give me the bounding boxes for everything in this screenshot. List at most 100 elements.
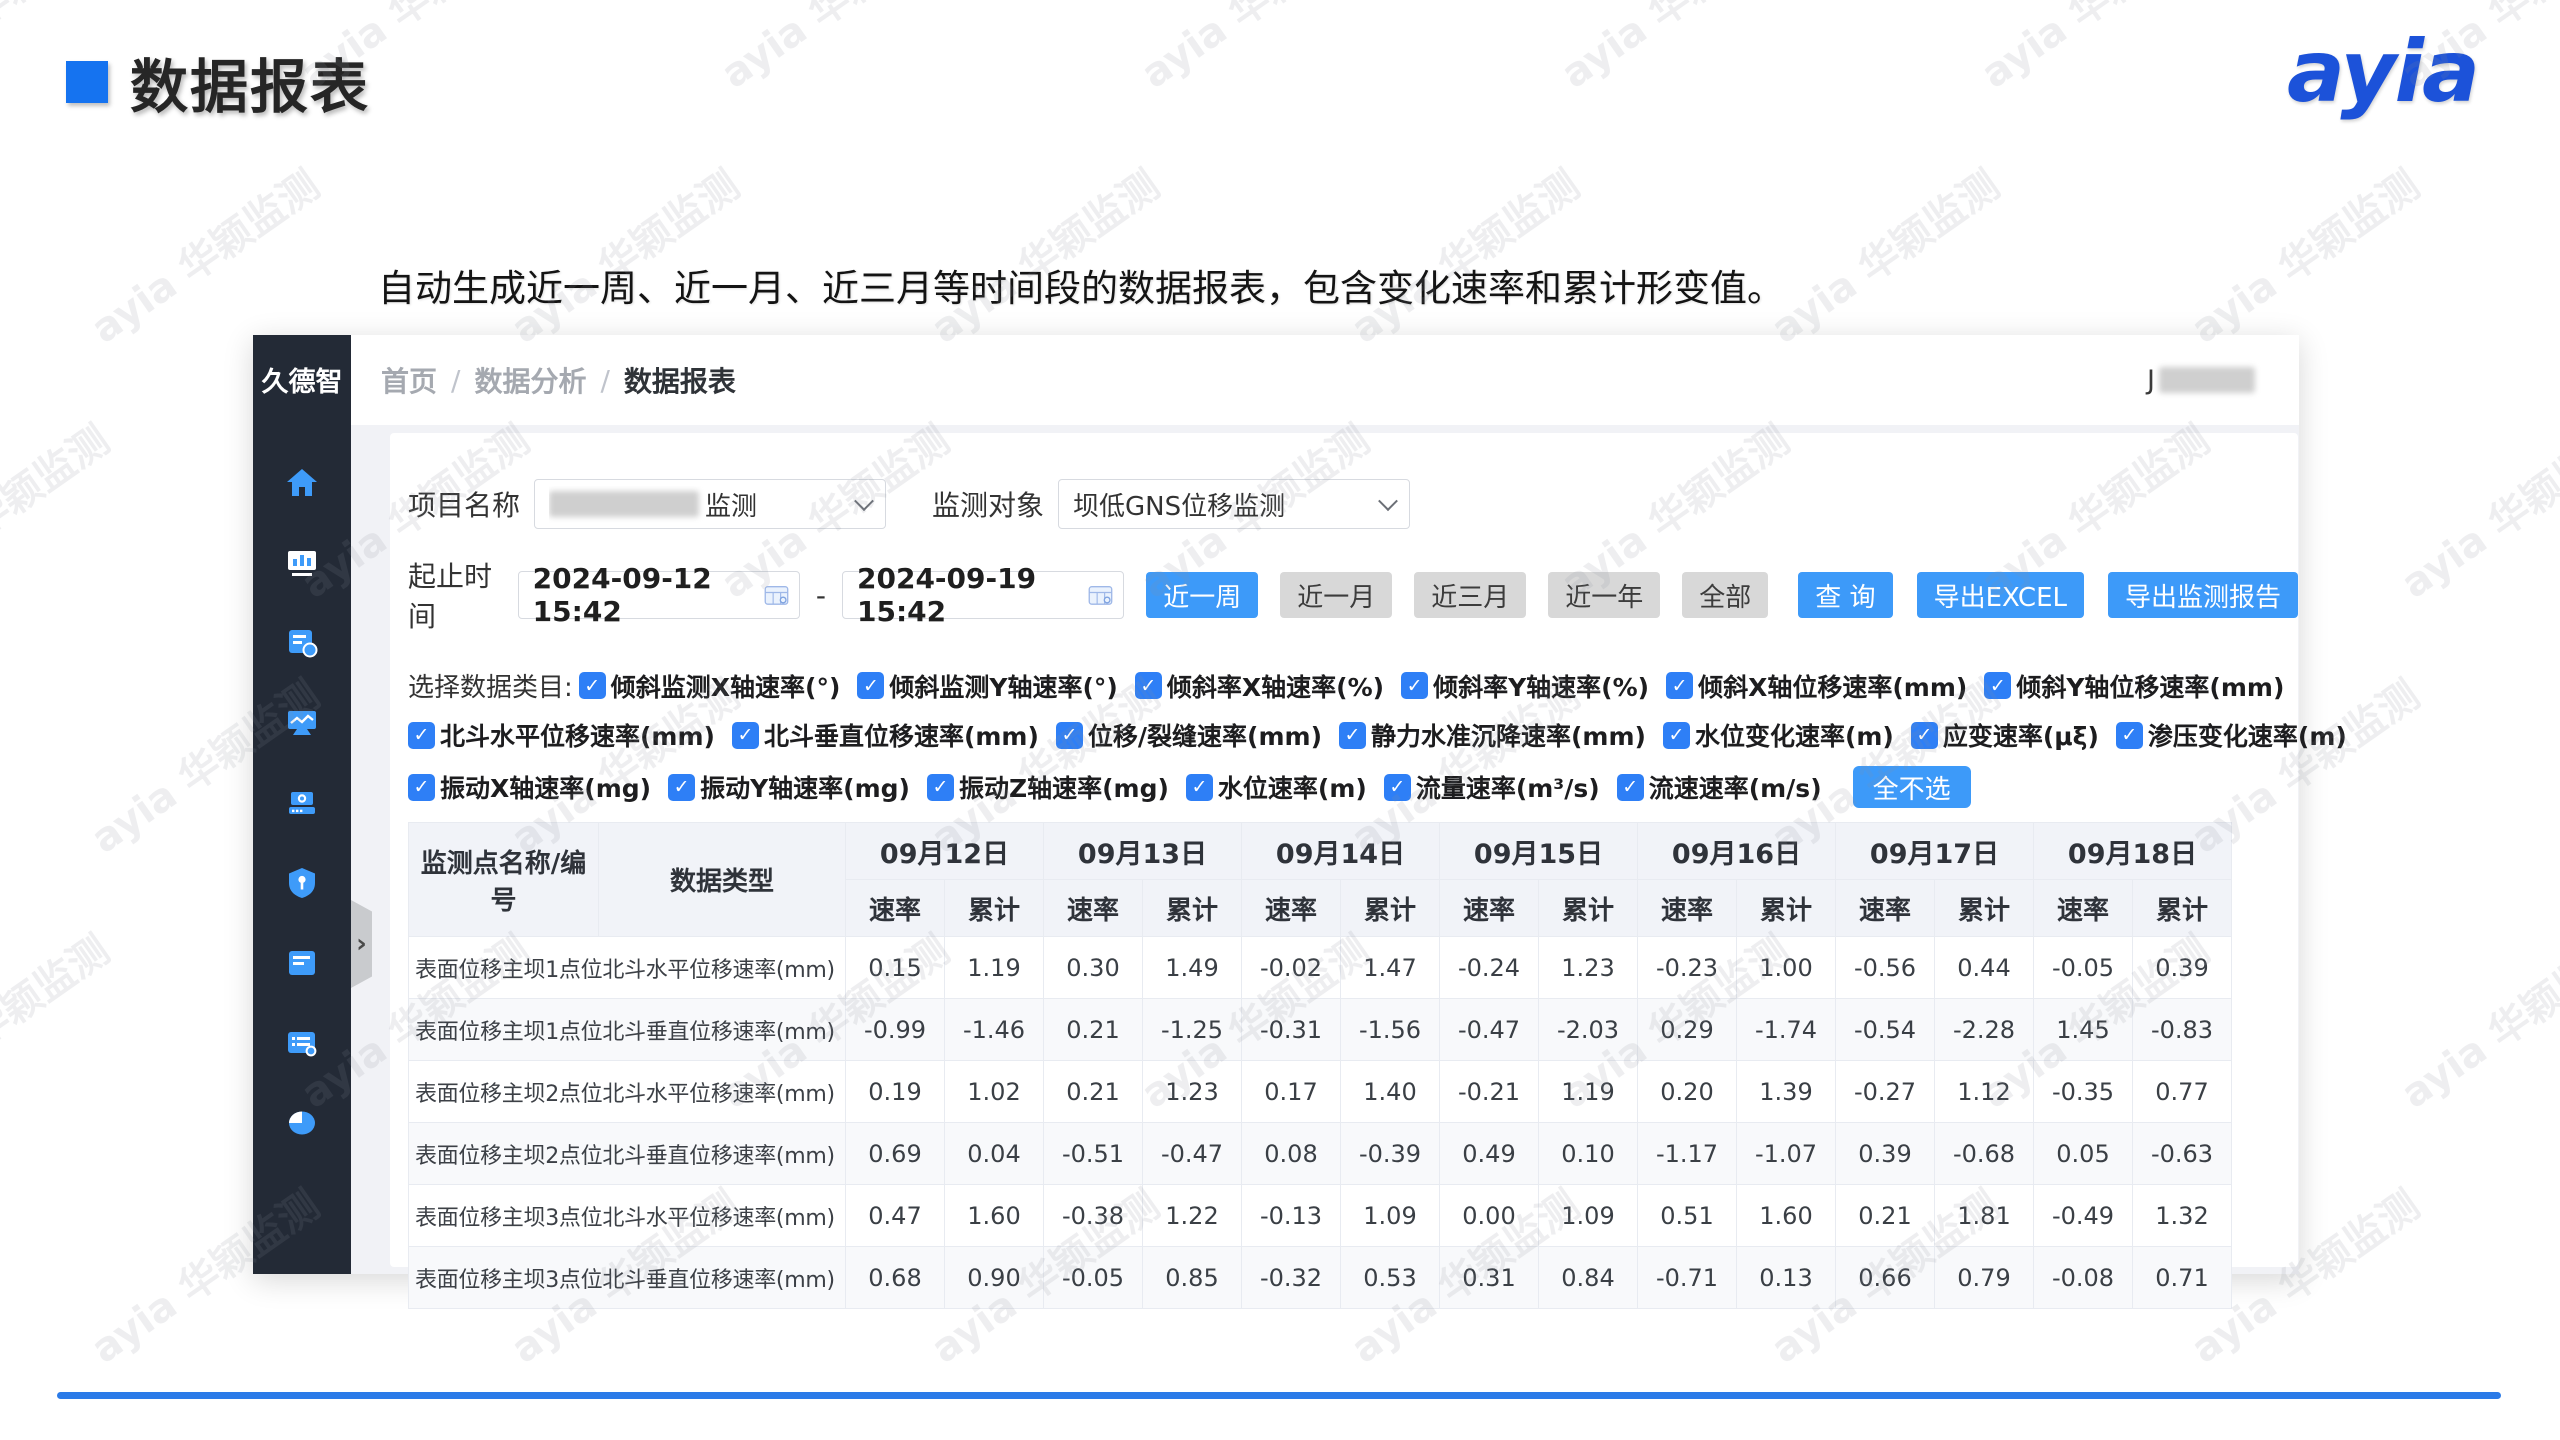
value-cell: 0.19 (846, 1061, 945, 1123)
report-panel: 项目名称 监测 监测对象 坝低GNS位移监测 (390, 433, 2298, 1267)
data-type-checkbox[interactable]: ✓流量速率(m³/s) (1384, 769, 1600, 805)
value-cell: -0.35 (2034, 1061, 2133, 1123)
point-name: 表面位移主坝2点位 (415, 1082, 602, 1107)
breadcrumb-data-analysis[interactable]: 数据分析 (474, 360, 586, 400)
checkbox-checked-icon: ✓ (668, 774, 695, 801)
value-cell: -0.38 (1044, 1185, 1143, 1247)
sidebar-collapse-handle[interactable]: › (351, 900, 372, 988)
title-bullet-square (66, 61, 108, 103)
bottom-accent-line (57, 1392, 2501, 1399)
cell-point-and-type: 表面位移主坝3点位北斗垂直位移速率(mm) (409, 1247, 846, 1309)
value-cell: -1.25 (1143, 999, 1242, 1061)
data-type-checkbox[interactable]: ✓倾斜监测Y轴速率(°) (857, 668, 1117, 704)
data-type-checkbox[interactable]: ✓倾斜Y轴位移速率(mm) (1984, 668, 2284, 704)
data-type-checkbox[interactable]: ✓北斗垂直位移速率(mm) (732, 717, 1039, 753)
sidebar-item-records[interactable] (284, 1025, 320, 1061)
data-type-checkbox[interactable]: ✓振动Z轴速率(mg) (927, 769, 1169, 805)
sidebar-item-security[interactable] (284, 865, 320, 901)
project-value-redacted (549, 491, 699, 517)
checkbox-checked-icon: ✓ (1666, 672, 1693, 699)
value-cell: 0.68 (846, 1247, 945, 1309)
data-type-checkbox[interactable]: ✓振动X轴速率(mg) (408, 769, 651, 805)
range-button[interactable]: 近一周 (1146, 572, 1258, 618)
sidebar-item-reports[interactable] (284, 945, 320, 981)
value-cell: 0.79 (1935, 1247, 2034, 1309)
sidebar-item-devices[interactable] (284, 785, 320, 821)
filters-label: 选择数据类目: (408, 667, 573, 704)
watermark-text: ayia 华颖监测 (1547, 0, 1799, 99)
data-type-checkbox[interactable]: ✓倾斜监测X轴速率(°) (579, 668, 841, 704)
project-select[interactable]: 监测 (534, 479, 886, 529)
range-button[interactable]: 近三月 (1414, 572, 1526, 618)
value-cell: -0.08 (2034, 1247, 2133, 1309)
sidebar-item-statistics[interactable] (284, 1105, 320, 1141)
value-cell: 0.51 (1638, 1185, 1737, 1247)
checkbox-label: 静力水准沉降速率(mm) (1371, 717, 1646, 753)
value-cell: -0.21 (1440, 1061, 1539, 1123)
value-cell: 0.21 (1044, 1061, 1143, 1123)
deselect-all-button[interactable]: 全不选 (1853, 766, 1971, 808)
data-type-checkbox[interactable]: ✓振动Y轴速率(mg) (668, 769, 910, 805)
table-row: 表面位移主坝3点位北斗垂直位移速率(mm)0.680.90-0.050.85-0… (409, 1247, 2232, 1309)
app-screenshot: 久德智 (253, 335, 2299, 1274)
value-cell: 1.81 (1935, 1185, 2034, 1247)
cell-point-and-type: 表面位移主坝3点位北斗水平位移速率(mm) (409, 1185, 846, 1247)
watermark-text: ayia 华颖监测 (77, 154, 329, 354)
range-button[interactable]: 全部 (1682, 572, 1768, 618)
sidebar-item-alerts[interactable] (284, 625, 320, 661)
value-cell: 0.69 (846, 1123, 945, 1185)
watermark-text: ayia 华颖监测 (0, 409, 119, 609)
sidebar-item-home[interactable] (284, 465, 320, 501)
query-button[interactable]: 查 询 (1798, 572, 1892, 618)
value-cell: 1.32 (2133, 1185, 2232, 1247)
date-end-input[interactable]: 2024-09-19 15:42 (842, 571, 1124, 619)
monitor-object-select[interactable]: 坝低GNS位移监测 (1058, 479, 1410, 529)
data-type-checkbox[interactable]: ✓倾斜X轴位移速率(mm) (1666, 668, 1967, 704)
data-type-checkbox[interactable]: ✓水位变化速率(m) (1663, 717, 1894, 753)
user-menu[interactable]: J (2147, 365, 2255, 396)
column-header-date: 09月16日 (1638, 823, 1836, 880)
table-row: 表面位移主坝3点位北斗水平位移速率(mm)0.471.60-0.381.22-0… (409, 1185, 2232, 1247)
value-cell: 1.40 (1341, 1061, 1440, 1123)
monitor-object-value: 坝低GNS位移监测 (1073, 486, 1285, 523)
column-subheader-total: 累计 (1341, 880, 1440, 937)
data-type-checkbox[interactable]: ✓倾斜率X轴速率(%) (1135, 668, 1384, 704)
export-report-button[interactable]: 导出监测报告 (2108, 572, 2298, 618)
sidebar-item-dashboard[interactable] (284, 545, 320, 581)
data-type-checkbox[interactable]: ✓静力水准沉降速率(mm) (1339, 717, 1646, 753)
value-cell: 0.04 (945, 1123, 1044, 1185)
value-cell: -1.07 (1737, 1123, 1836, 1185)
watermark-text: ayia 华颖监测 (1127, 0, 1379, 99)
value-cell: 1.09 (1341, 1185, 1440, 1247)
checkbox-checked-icon: ✓ (1617, 774, 1644, 801)
data-type-checkbox[interactable]: ✓水位速率(m) (1186, 769, 1367, 805)
value-cell: 1.60 (945, 1185, 1044, 1247)
value-cell: -0.63 (2133, 1123, 2232, 1185)
value-cell: -0.13 (1242, 1185, 1341, 1247)
checkbox-label: 倾斜X轴位移速率(mm) (1698, 668, 1967, 704)
data-type-checkbox[interactable]: ✓应变速率(μξ) (1911, 717, 2099, 753)
value-cell: 0.77 (2133, 1061, 2232, 1123)
export-excel-button[interactable]: 导出EXCEL (1917, 572, 2084, 618)
table-row: 表面位移主坝2点位北斗垂直位移速率(mm)0.690.04-0.51-0.470… (409, 1123, 2232, 1185)
sidebar-item-monitoring[interactable] (284, 705, 320, 741)
checkbox-label: 倾斜监测X轴速率(°) (611, 668, 841, 704)
data-type-checkbox[interactable]: ✓渗压变化速率(m) (2116, 717, 2347, 753)
range-button[interactable]: 近一月 (1280, 572, 1392, 618)
date-start-input[interactable]: 2024-09-12 15:42 (518, 571, 800, 619)
value-cell: -0.54 (1836, 999, 1935, 1061)
data-type-checkbox[interactable]: ✓北斗水平位移速率(mm) (408, 717, 715, 753)
breadcrumb-home[interactable]: 首页 (381, 360, 437, 400)
value-cell: -0.32 (1242, 1247, 1341, 1309)
sidebar: 久德智 (253, 335, 351, 1274)
checkbox-checked-icon: ✓ (732, 722, 759, 749)
data-type-checkbox[interactable]: ✓倾斜率Y轴速率(%) (1401, 668, 1649, 704)
range-button[interactable]: 近一年 (1548, 572, 1660, 618)
column-header-type: 数据类型 (599, 823, 846, 937)
checkbox-label: 倾斜率X轴速率(%) (1167, 668, 1384, 704)
data-type-name: 北斗垂直位移速率(mm) (602, 1020, 834, 1045)
data-type-checkbox[interactable]: ✓位移/裂缝速率(mm) (1056, 717, 1322, 753)
home-icon (284, 465, 320, 501)
data-type-checkbox[interactable]: ✓流速速率(m/s) (1617, 769, 1822, 805)
document-alarm-icon (284, 625, 320, 661)
